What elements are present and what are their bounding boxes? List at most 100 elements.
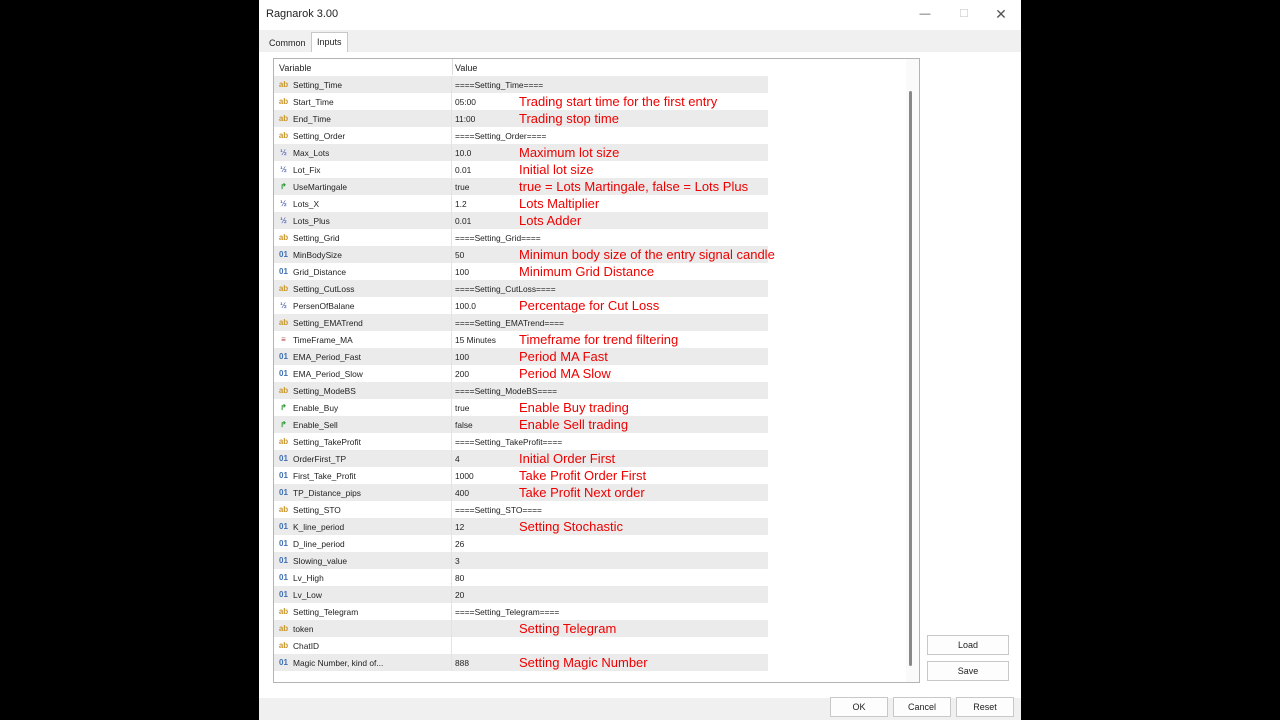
row-value[interactable]: ====Setting_Time==== [455,80,543,90]
scrollbar-thumb[interactable] [909,91,912,666]
column-divider [451,654,452,671]
table-row[interactable]: ab Setting_Order ====Setting_Order==== [274,127,768,144]
table-row[interactable]: 01 Slowing_value 3 [274,552,768,569]
annotation-note: Minimun body size of the entry signal ca… [519,247,775,262]
row-value[interactable]: true [455,403,469,413]
row-variable: Setting_Time [293,80,343,90]
row-value[interactable]: 12 [455,522,464,532]
string-type-icon: ab [278,624,289,633]
table-row[interactable]: ab Setting_Grid ====Setting_Grid==== [274,229,768,246]
column-divider [451,433,452,450]
tab-common[interactable]: Common [264,34,311,52]
column-divider [451,586,452,603]
row-value[interactable]: 200 [455,369,469,379]
reset-button[interactable]: Reset [956,697,1014,717]
table-row[interactable]: ab Setting_ModeBS ====Setting_ModeBS==== [274,382,768,399]
table-row[interactable]: ab Setting_TakeProfit ====Setting_TakeProf… [274,433,768,450]
load-button[interactable]: Load [927,635,1009,655]
integer-type-icon: 01 [279,556,288,565]
row-variable: K_line_period [293,522,345,532]
table-row[interactable]: ab ChatID [274,637,768,654]
column-divider [451,263,452,280]
row-value[interactable]: ====Setting_STO==== [455,505,542,515]
header-value[interactable]: Value [455,63,477,73]
row-variable: Max_Lots [293,148,330,158]
column-divider [451,246,452,263]
row-value[interactable]: ====Setting_TakeProfit==== [455,437,562,447]
row-value[interactable]: 100.0 [455,301,476,311]
row-value[interactable]: ====Setting_EMATrend==== [455,318,564,328]
bool-type-icon: ↱ [280,420,287,429]
row-value[interactable]: ====Setting_Grid==== [455,233,541,243]
row-value[interactable]: 400 [455,488,469,498]
row-value[interactable]: 50 [455,250,464,260]
column-divider [451,637,452,654]
ok-button[interactable]: OK [830,697,888,717]
column-divider [451,280,452,297]
row-value[interactable]: 26 [455,539,464,549]
row-value[interactable]: 80 [455,573,464,583]
integer-type-icon: 01 [279,590,288,599]
vertical-scrollbar[interactable] [906,58,920,683]
row-value[interactable]: 15 Minutes [455,335,496,345]
enum-type-icon: ≡ [281,335,286,344]
properties-dialog: Ragnarok 3.00 — ☐ ✕ Common Inputs Variab… [259,0,1021,720]
close-button[interactable]: ✕ [991,6,1011,22]
row-value[interactable]: 0.01 [455,216,471,226]
row-value[interactable]: ====Setting_CutLoss==== [455,284,556,294]
table-row[interactable]: 01 D_line_period 26 [274,535,768,552]
save-button[interactable]: Save [927,661,1009,681]
row-value[interactable]: true [455,182,469,192]
row-variable: PersenOfBalane [293,301,355,311]
row-variable: Setting_ModeBS [293,386,356,396]
cancel-button[interactable]: Cancel [893,697,951,717]
row-value[interactable]: 20 [455,590,464,600]
table-row[interactable]: 01 Lv_Low 20 [274,586,768,603]
annotation-note: Lots Maltiplier [519,196,600,211]
row-value[interactable]: ====Setting_ModeBS==== [455,386,557,396]
table-row[interactable]: ab Setting_STO ====Setting_STO==== [274,501,768,518]
row-variable: End_Time [293,114,331,124]
annotation-note: Trading start time for the first entry [519,94,718,109]
tab-inputs[interactable]: Inputs [311,32,348,53]
integer-type-icon: 01 [279,488,288,497]
table-row[interactable]: ab Setting_Telegram ====Setting_Telegram==… [274,603,768,620]
table-row[interactable]: 01 Lv_High 80 [274,569,768,586]
row-value[interactable]: ====Setting_Order==== [455,131,546,141]
integer-type-icon: 01 [279,471,288,480]
column-divider [451,76,452,93]
table-row[interactable]: ab Setting_Time ====Setting_Time==== [274,76,768,93]
minimize-button[interactable]: — [915,6,935,22]
row-value[interactable]: 100 [455,267,469,277]
row-value[interactable]: 3 [455,556,460,566]
integer-type-icon: 01 [279,454,288,463]
row-value[interactable]: 0.01 [455,165,471,175]
row-value[interactable]: 11:00 [455,114,475,124]
row-value[interactable]: 1.2 [455,199,467,209]
annotation-note: Take Profit Next order [519,485,645,500]
column-divider [451,297,452,314]
table-row[interactable]: ab Setting_EMATrend ====Setting_EMATrend==… [274,314,768,331]
row-value[interactable]: 10.0 [455,148,471,158]
column-divider [451,365,452,382]
string-type-icon: ab [278,131,289,140]
double-type-icon: ½ [280,148,287,157]
row-value[interactable]: 1000 [455,471,474,481]
table-row[interactable]: ab Setting_CutLoss ====Setting_CutLoss==== [274,280,768,297]
header-variable[interactable]: Variable [279,63,311,73]
column-divider [451,535,452,552]
row-value[interactable]: 100 [455,352,469,362]
string-type-icon: ab [278,97,289,106]
row-value[interactable]: 4 [455,454,460,464]
row-variable: Lots_X [293,199,320,209]
maximize-button[interactable]: ☐ [954,6,974,22]
annotation-note: Enable Buy trading [519,400,629,415]
row-value[interactable]: 888 [455,658,469,668]
bool-type-icon: ↱ [280,403,287,412]
header-divider [452,59,453,75]
row-value[interactable]: 05:00 [455,97,476,107]
row-value[interactable]: ====Setting_Telegram==== [455,607,559,617]
row-variable: D_line_period [293,539,345,549]
row-value[interactable]: false [455,420,473,430]
column-divider [451,382,452,399]
